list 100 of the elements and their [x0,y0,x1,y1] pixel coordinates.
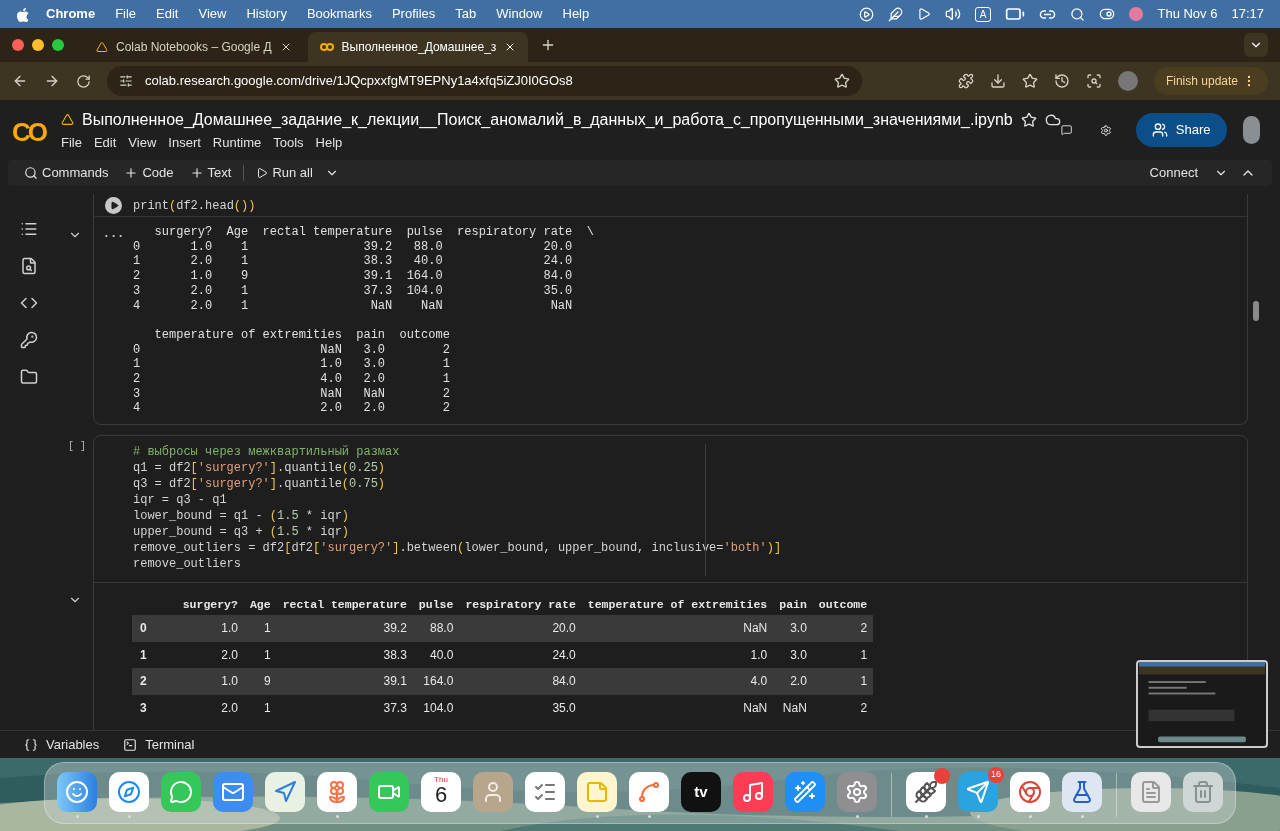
table-cell: 39.1 [276,668,413,695]
tv-icon[interactable]: tv [681,772,721,812]
browser-icon[interactable] [1010,772,1050,812]
gear-icon[interactable] [837,772,877,812]
address-bar[interactable]: colab.research.google.com/drive/1JQcpxxfgMT9EPNy1a4xfq5iZJ0I0GOs8 [107,66,862,96]
notepad-icon[interactable] [577,772,617,812]
menu-item[interactable]: Tools [273,132,304,153]
add-text-button[interactable]: Text [189,163,232,183]
commands-button[interactable]: Commands [24,163,109,183]
menu-item[interactable]: Window [496,4,543,24]
menu-item[interactable]: Bookmarks [306,4,372,24]
minimize-window-button[interactable] [32,39,44,51]
menu-item[interactable]: History [246,4,287,24]
apple-icon[interactable] [16,6,30,22]
printed-output: surgery? Age rectal temperature pulse respiratory rate \ 0 1.0 1 39.2 88.0 20.0 1 2.0 1 38.3 40.0 24.0 2 1.0 9 39.1 164.0 84.0 3 2.0 1 37.3 104.0 35.0 4 2.0 1 NaN NaN NaN [133,225,594,314]
speech-bubble-icon[interactable] [161,772,201,812]
lens-icon[interactable] [1085,73,1102,89]
drive-icon[interactable] [61,113,74,127]
menu-bar-clock[interactable]: 17:17 [1231,4,1264,24]
face-icon[interactable] [57,772,97,812]
profile-avatar[interactable] [1117,71,1138,91]
notebook-title[interactable]: Выполненное_Домашнее_задание_к_лекции__Поиск_аномалий_в_данных_и_работа_с_пропущенными_значениями_.ipynb [82,107,1013,132]
menu-item[interactable]: Help [562,4,590,24]
history-icon[interactable] [1053,73,1070,89]
bookmark-star-icon[interactable] [833,73,850,89]
bottom-bar-tab[interactable]: Variables [24,734,100,755]
printed-output: temperature of extremities pain outcome 0 NaN 3.0 2 1 1.0 3.0 1 2 4.0 2.0 1 3 NaN NaN 2 4 2.0 2.0 2 [133,327,451,417]
table-cell: 37.3 [276,694,413,722]
menu-item[interactable]: Help [315,132,343,153]
screenshot-thumbnail[interactable] [1136,660,1268,748]
music-note-icon[interactable] [733,772,773,812]
code-line: q3 = df2['surgery?'].quantile(0.75) [133,476,386,493]
run-cell-button[interactable] [105,197,122,214]
control-center-icon[interactable] [1099,6,1116,22]
menu-item[interactable]: Edit [156,4,179,24]
table-cell: 9 [243,668,277,695]
run-all-button[interactable]: Run all [256,163,313,183]
menu-item[interactable]: Insert [168,132,201,153]
close-window-button[interactable] [12,39,24,51]
table-cell: 39.2 [276,615,413,642]
menu-item[interactable]: View [128,132,157,153]
site-settings-icon[interactable] [119,74,133,88]
play-icon[interactable] [916,7,931,21]
menu-item[interactable]: Tab [455,4,477,24]
menu-item[interactable]: View [198,4,227,24]
share-button[interactable]: Share [1135,113,1227,147]
reload-icon[interactable] [76,73,91,89]
volume-icon[interactable] [944,6,961,22]
bottom-bar-tab[interactable]: Terminal [123,734,195,755]
star-icon[interactable] [1020,111,1037,128]
flower-icon[interactable] [317,772,357,812]
url-text[interactable]: colab.research.google.com/drive/1JQcpxxfgMT9EPNy1a4xfq5iZJ0I0GOs8 [145,71,822,91]
key-icon[interactable] [20,331,38,349]
video-camera-icon[interactable] [369,772,409,812]
code-line: remove_outliers = df2[df2['surgery?'].between(lower_bound, upper_bound, inclusive='both')] [133,540,782,557]
feather-icon[interactable] [887,6,903,22]
table-cell: 1.0 [176,615,244,642]
table-cell: 2.0 [176,641,244,669]
scribble-icon[interactable] [629,772,669,812]
finish-update-button[interactable]: Finish update [1153,67,1268,95]
output-menu[interactable]: ... [102,227,125,241]
tab-search-button[interactable] [1244,33,1268,57]
table-of-contents-icon[interactable] [20,220,38,238]
folder-icon[interactable] [20,368,38,386]
wheat-icon[interactable] [906,772,946,812]
extensions-icon[interactable] [957,73,974,89]
menu-item[interactable]: Runtime [212,132,262,153]
browser-tab[interactable]: Colab Notebooks – Google Д [84,32,304,62]
document-icon[interactable] [1131,772,1171,812]
browser-tab[interactable]: Выполненное_Домашнее_з [307,32,529,62]
connect-button[interactable]: Connect [1149,163,1198,183]
execution-count: [ ] [68,441,86,453]
star-icon[interactable] [1021,73,1038,89]
scrollbar-thumb[interactable] [1253,301,1259,321]
input-source[interactable]: A [974,6,992,22]
table-cell: 2 [812,694,874,722]
download-icon[interactable] [989,73,1006,89]
menu-item[interactable]: File [61,132,82,153]
table-cell: 38.3 [276,641,413,669]
user-avatar[interactable] [1242,116,1260,144]
person-icon[interactable] [473,772,513,812]
zoom-window-button[interactable] [52,39,64,51]
calendar-icon[interactable]: Thu 6 [421,772,461,812]
forward-icon[interactable] [44,73,60,89]
search-icon [24,166,38,180]
play-icon [256,167,269,179]
menu-item[interactable]: Profiles [391,4,436,24]
search-icon[interactable] [1070,6,1086,22]
compass-icon[interactable] [109,772,149,812]
add-code-button[interactable]: Code [124,163,174,183]
envelope-icon[interactable] [213,772,253,812]
back-icon[interactable] [12,73,28,89]
menu-item[interactable]: Edit [93,132,117,153]
app-menu[interactable]: Chrome [46,4,96,24]
menu-bar-date[interactable]: Thu Nov 6 [1157,4,1218,24]
find-icon[interactable] [20,257,38,275]
table-cell: 2 [812,615,874,642]
checklist-icon[interactable] [525,772,565,812]
colab-logo[interactable]: CO [12,112,45,152]
menu-item[interactable]: File [115,4,137,24]
